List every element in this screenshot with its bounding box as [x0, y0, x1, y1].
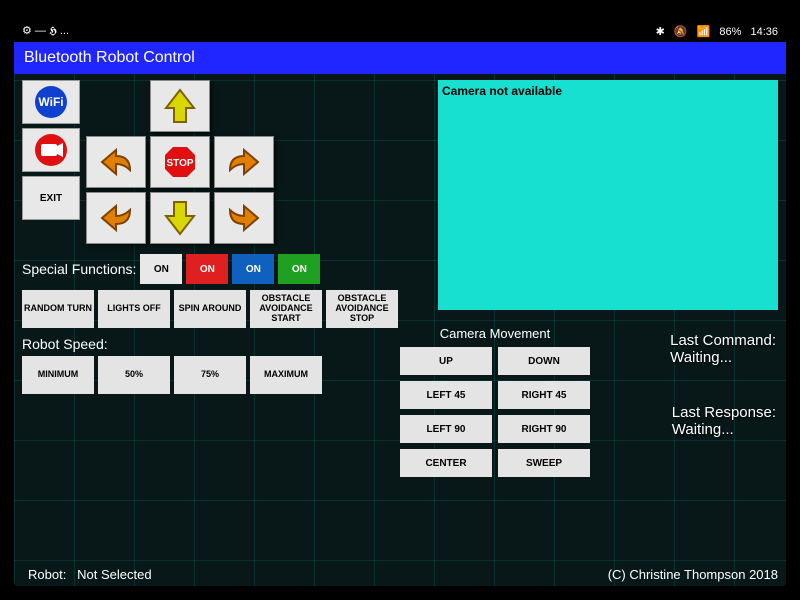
exit-button[interactable]: EXIT	[22, 176, 80, 220]
wifi-button[interactable]: WiFi	[22, 80, 80, 124]
cam-left45-button[interactable]: LEFT 45	[400, 381, 492, 409]
status-right: ✱ 🔕 📶 86% 14:36	[650, 25, 778, 38]
status-bar: ⚙ — 𝕳 ... ✱ 🔕 📶 86% 14:36	[14, 20, 786, 42]
record-button[interactable]	[22, 128, 80, 172]
spin-around-button[interactable]: SPIN AROUND	[174, 290, 246, 328]
toggle-3[interactable]: ON	[232, 254, 274, 284]
arrow-down-icon	[160, 198, 200, 238]
robot-selection: Robot: Not Selected	[28, 567, 152, 582]
robot-selection-value: Not Selected	[77, 567, 151, 582]
obstacle-stop-button[interactable]: OBSTACLE AVOIDANCE STOP	[326, 290, 398, 328]
arrow-back-right-icon	[224, 198, 264, 238]
cam-sweep-button[interactable]: SWEEP	[498, 449, 590, 477]
back-right-button[interactable]	[214, 192, 274, 244]
speed-max-button[interactable]: MAXIMUM	[250, 356, 322, 394]
cam-right90-button[interactable]: RIGHT 90	[498, 415, 590, 443]
arrow-left-icon	[96, 142, 136, 182]
copyright-text: (C) Christine Thompson 2018	[608, 567, 778, 582]
direction-pad: STOP	[86, 80, 274, 244]
stop-button[interactable]: STOP	[150, 136, 210, 188]
battery-text: 86%	[719, 26, 741, 38]
back-left-button[interactable]	[86, 192, 146, 244]
random-turn-button[interactable]: RANDOM TURN	[22, 290, 94, 328]
camera-icon	[27, 132, 75, 168]
right-button[interactable]	[214, 136, 274, 188]
last-command-label: Last Command:	[670, 332, 776, 349]
app-title: Bluetooth Robot Control	[24, 49, 195, 67]
speed-min-button[interactable]: MINIMUM	[22, 356, 94, 394]
last-response: Last Response: Waiting...	[672, 404, 776, 438]
last-command-value: Waiting...	[670, 349, 776, 366]
speed-75-button[interactable]: 75%	[174, 356, 246, 394]
wifi-icon: WiFi	[27, 84, 75, 120]
status-left: ⚙ — 𝕳 ...	[22, 24, 69, 38]
cam-up-button[interactable]: UP	[400, 347, 492, 375]
svg-text:STOP: STOP	[166, 158, 193, 169]
cam-down-button[interactable]: DOWN	[498, 347, 590, 375]
down-button[interactable]	[150, 192, 210, 244]
title-bar: Bluetooth Robot Control	[14, 42, 786, 74]
toggle-4[interactable]: ON	[278, 254, 320, 284]
bluetooth-icon: ✱	[656, 26, 665, 38]
arrow-right-icon	[224, 142, 264, 182]
signal-icon: 📶	[697, 26, 711, 38]
arrow-back-left-icon	[96, 198, 136, 238]
last-response-value: Waiting...	[672, 421, 776, 438]
camera-movement-label: Camera Movement	[400, 324, 590, 343]
last-command: Last Command: Waiting...	[670, 332, 776, 366]
cam-center-button[interactable]: CENTER	[400, 449, 492, 477]
arrow-up-icon	[160, 86, 200, 126]
stop-icon: STOP	[160, 142, 200, 182]
cam-left90-button[interactable]: LEFT 90	[400, 415, 492, 443]
left-button[interactable]	[86, 136, 146, 188]
toggle-1[interactable]: ON	[140, 254, 182, 284]
camera-status-text: Camera not available	[442, 84, 562, 98]
camera-view: Camera not available	[438, 80, 778, 310]
obstacle-start-button[interactable]: OBSTACLE AVOIDANCE START	[250, 290, 322, 328]
up-button[interactable]	[150, 80, 210, 132]
clock-text: 14:36	[750, 26, 778, 38]
mute-icon: 🔕	[674, 26, 688, 38]
lights-off-button[interactable]: LIGHTS OFF	[98, 290, 170, 328]
speed-50-button[interactable]: 50%	[98, 356, 170, 394]
svg-text:WiFi: WiFi	[38, 95, 63, 109]
last-response-label: Last Response:	[672, 404, 776, 421]
cam-right45-button[interactable]: RIGHT 45	[498, 381, 590, 409]
toggle-2[interactable]: ON	[186, 254, 228, 284]
special-functions-label: Special Functions:	[22, 261, 136, 277]
